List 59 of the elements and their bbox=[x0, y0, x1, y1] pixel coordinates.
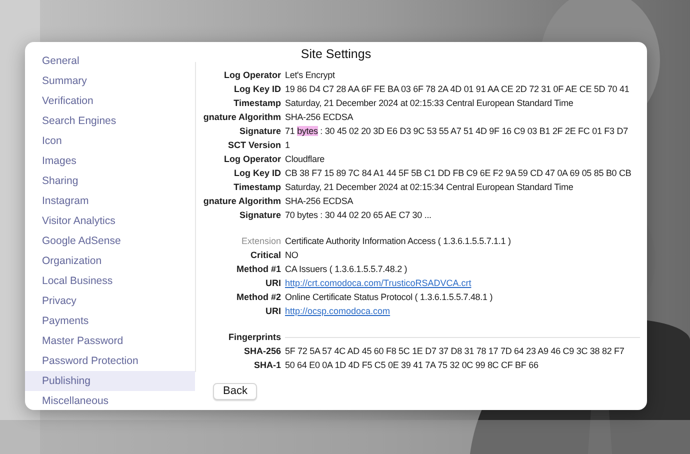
field-value: Certificate Authority Information Access ( 1.3.6.1.5.5.7.1.1 ) bbox=[285, 235, 511, 248]
field-value: NO bbox=[285, 249, 298, 262]
field-label: gnature Algorithm bbox=[203, 111, 281, 124]
sidebar-item[interactable]: Publishing bbox=[25, 371, 195, 391]
field-value: 19 86 D4 C7 28 AA 6F FE BA 03 6F 78 2A 4D 01 91 AA CE 2D 72 31 0F AE CE 5D 70 41 bbox=[285, 83, 630, 96]
field-value: Saturday, 21 December 2024 at 02:15:34 Central European Standard Time bbox=[285, 181, 574, 194]
field-value: CA Issuers ( 1.3.6.1.5.5.7.48.2 ) bbox=[285, 263, 408, 276]
field-label: Timestamp bbox=[234, 97, 281, 110]
sidebar-item[interactable]: Icon bbox=[25, 131, 195, 151]
sidebar-item[interactable]: Organization bbox=[25, 251, 195, 271]
field-label: Signature bbox=[239, 209, 281, 222]
field-value: 5F 72 5A 57 4C AD 45 60 F8 5C 1E D7 37 D8 31 78 17 7D 64 23 A9 46 C9 3C 38 82 F7 bbox=[285, 345, 624, 358]
field-label: Timestamp bbox=[234, 181, 281, 194]
sidebar-item[interactable]: Master Password bbox=[25, 331, 195, 351]
sidebar-item[interactable]: Images bbox=[25, 151, 195, 171]
field-label: Log Key ID bbox=[234, 167, 281, 180]
sidebar-item[interactable]: Password Protection bbox=[25, 351, 195, 371]
sidebar-item[interactable]: General bbox=[25, 51, 195, 71]
sidebar-item[interactable]: Payments bbox=[25, 311, 195, 331]
field-value: Let's Encrypt bbox=[285, 69, 335, 82]
field-label: gnature Algorithm bbox=[203, 195, 281, 208]
field-value: Saturday, 21 December 2024 at 02:15:33 Central European Standard Time bbox=[285, 97, 574, 110]
sidebar-item[interactable]: Sharing bbox=[25, 171, 195, 191]
field-value: CB 38 F7 15 89 7C 84 A1 44 5F 5B C1 DD FB C9 6E F2 9A 59 CD 47 0A 69 05 85 B0 CB bbox=[285, 167, 632, 180]
field-label: Extension bbox=[241, 235, 281, 248]
field-label: Log Operator bbox=[224, 69, 281, 82]
section-heading: Fingerprints bbox=[228, 331, 281, 344]
sidebar-item[interactable]: Search Engines bbox=[25, 111, 195, 131]
uri-link[interactable]: http://ocsp.comodoca.com bbox=[285, 304, 390, 318]
field-label: URI bbox=[266, 305, 281, 318]
field-value: 71 bytes : 30 45 02 20 3D E6 D3 9C 53 55 A7 51 4D 9F 16 C9 03 B1 2F 2E FC 01 F3 D7 bbox=[285, 125, 628, 138]
sidebar-item[interactable]: Instagram bbox=[25, 191, 195, 211]
field-value: SHA-256 ECDSA bbox=[285, 195, 354, 208]
sidebar-item[interactable]: Privacy bbox=[25, 291, 195, 311]
field-value: 50 64 E0 0A 1D 4D F5 C5 0E 39 41 7A 75 32 0C 99 8C CF BF 66 bbox=[285, 359, 538, 372]
field-label: Log Operator bbox=[224, 153, 281, 166]
sidebar-item[interactable]: Summary bbox=[25, 71, 195, 91]
field-value: 1 bbox=[285, 139, 290, 152]
field-label: URI bbox=[266, 277, 281, 290]
field-label: Method #2 bbox=[236, 291, 281, 304]
field-value: SHA-256 ECDSA bbox=[285, 111, 354, 124]
sidebar-item[interactable]: Visitor Analytics bbox=[25, 211, 195, 231]
sidebar-item[interactable]: Miscellaneous bbox=[25, 391, 195, 410]
back-button[interactable]: Back bbox=[213, 382, 258, 400]
sidebar-item[interactable]: Verification bbox=[25, 91, 195, 111]
field-label: SCT Version bbox=[228, 139, 281, 152]
field-label: Critical bbox=[250, 249, 281, 262]
field-value: 70 bytes : 30 44 02 20 65 AE C7 30 ... bbox=[285, 209, 432, 222]
field-value: Cloudflare bbox=[285, 153, 325, 166]
field-label: Log Key ID bbox=[234, 83, 281, 96]
uri-link[interactable]: http://crt.comodoca.com/TrusticoRSADVCA.crt bbox=[285, 276, 472, 290]
sidebar-item[interactable]: Local Business bbox=[25, 271, 195, 291]
field-label: SHA-256 bbox=[244, 345, 281, 358]
field-value: Online Certificate Status Protocol ( 1.3.6.1.5.5.7.48.1 ) bbox=[285, 291, 493, 304]
field-label: SHA-1 bbox=[254, 359, 281, 372]
sidebar-item[interactable]: Google AdSense bbox=[25, 231, 195, 251]
dialog-title: Site Settings bbox=[300, 47, 372, 61]
field-label: Signature bbox=[239, 125, 281, 138]
field-label: Method #1 bbox=[236, 263, 281, 276]
